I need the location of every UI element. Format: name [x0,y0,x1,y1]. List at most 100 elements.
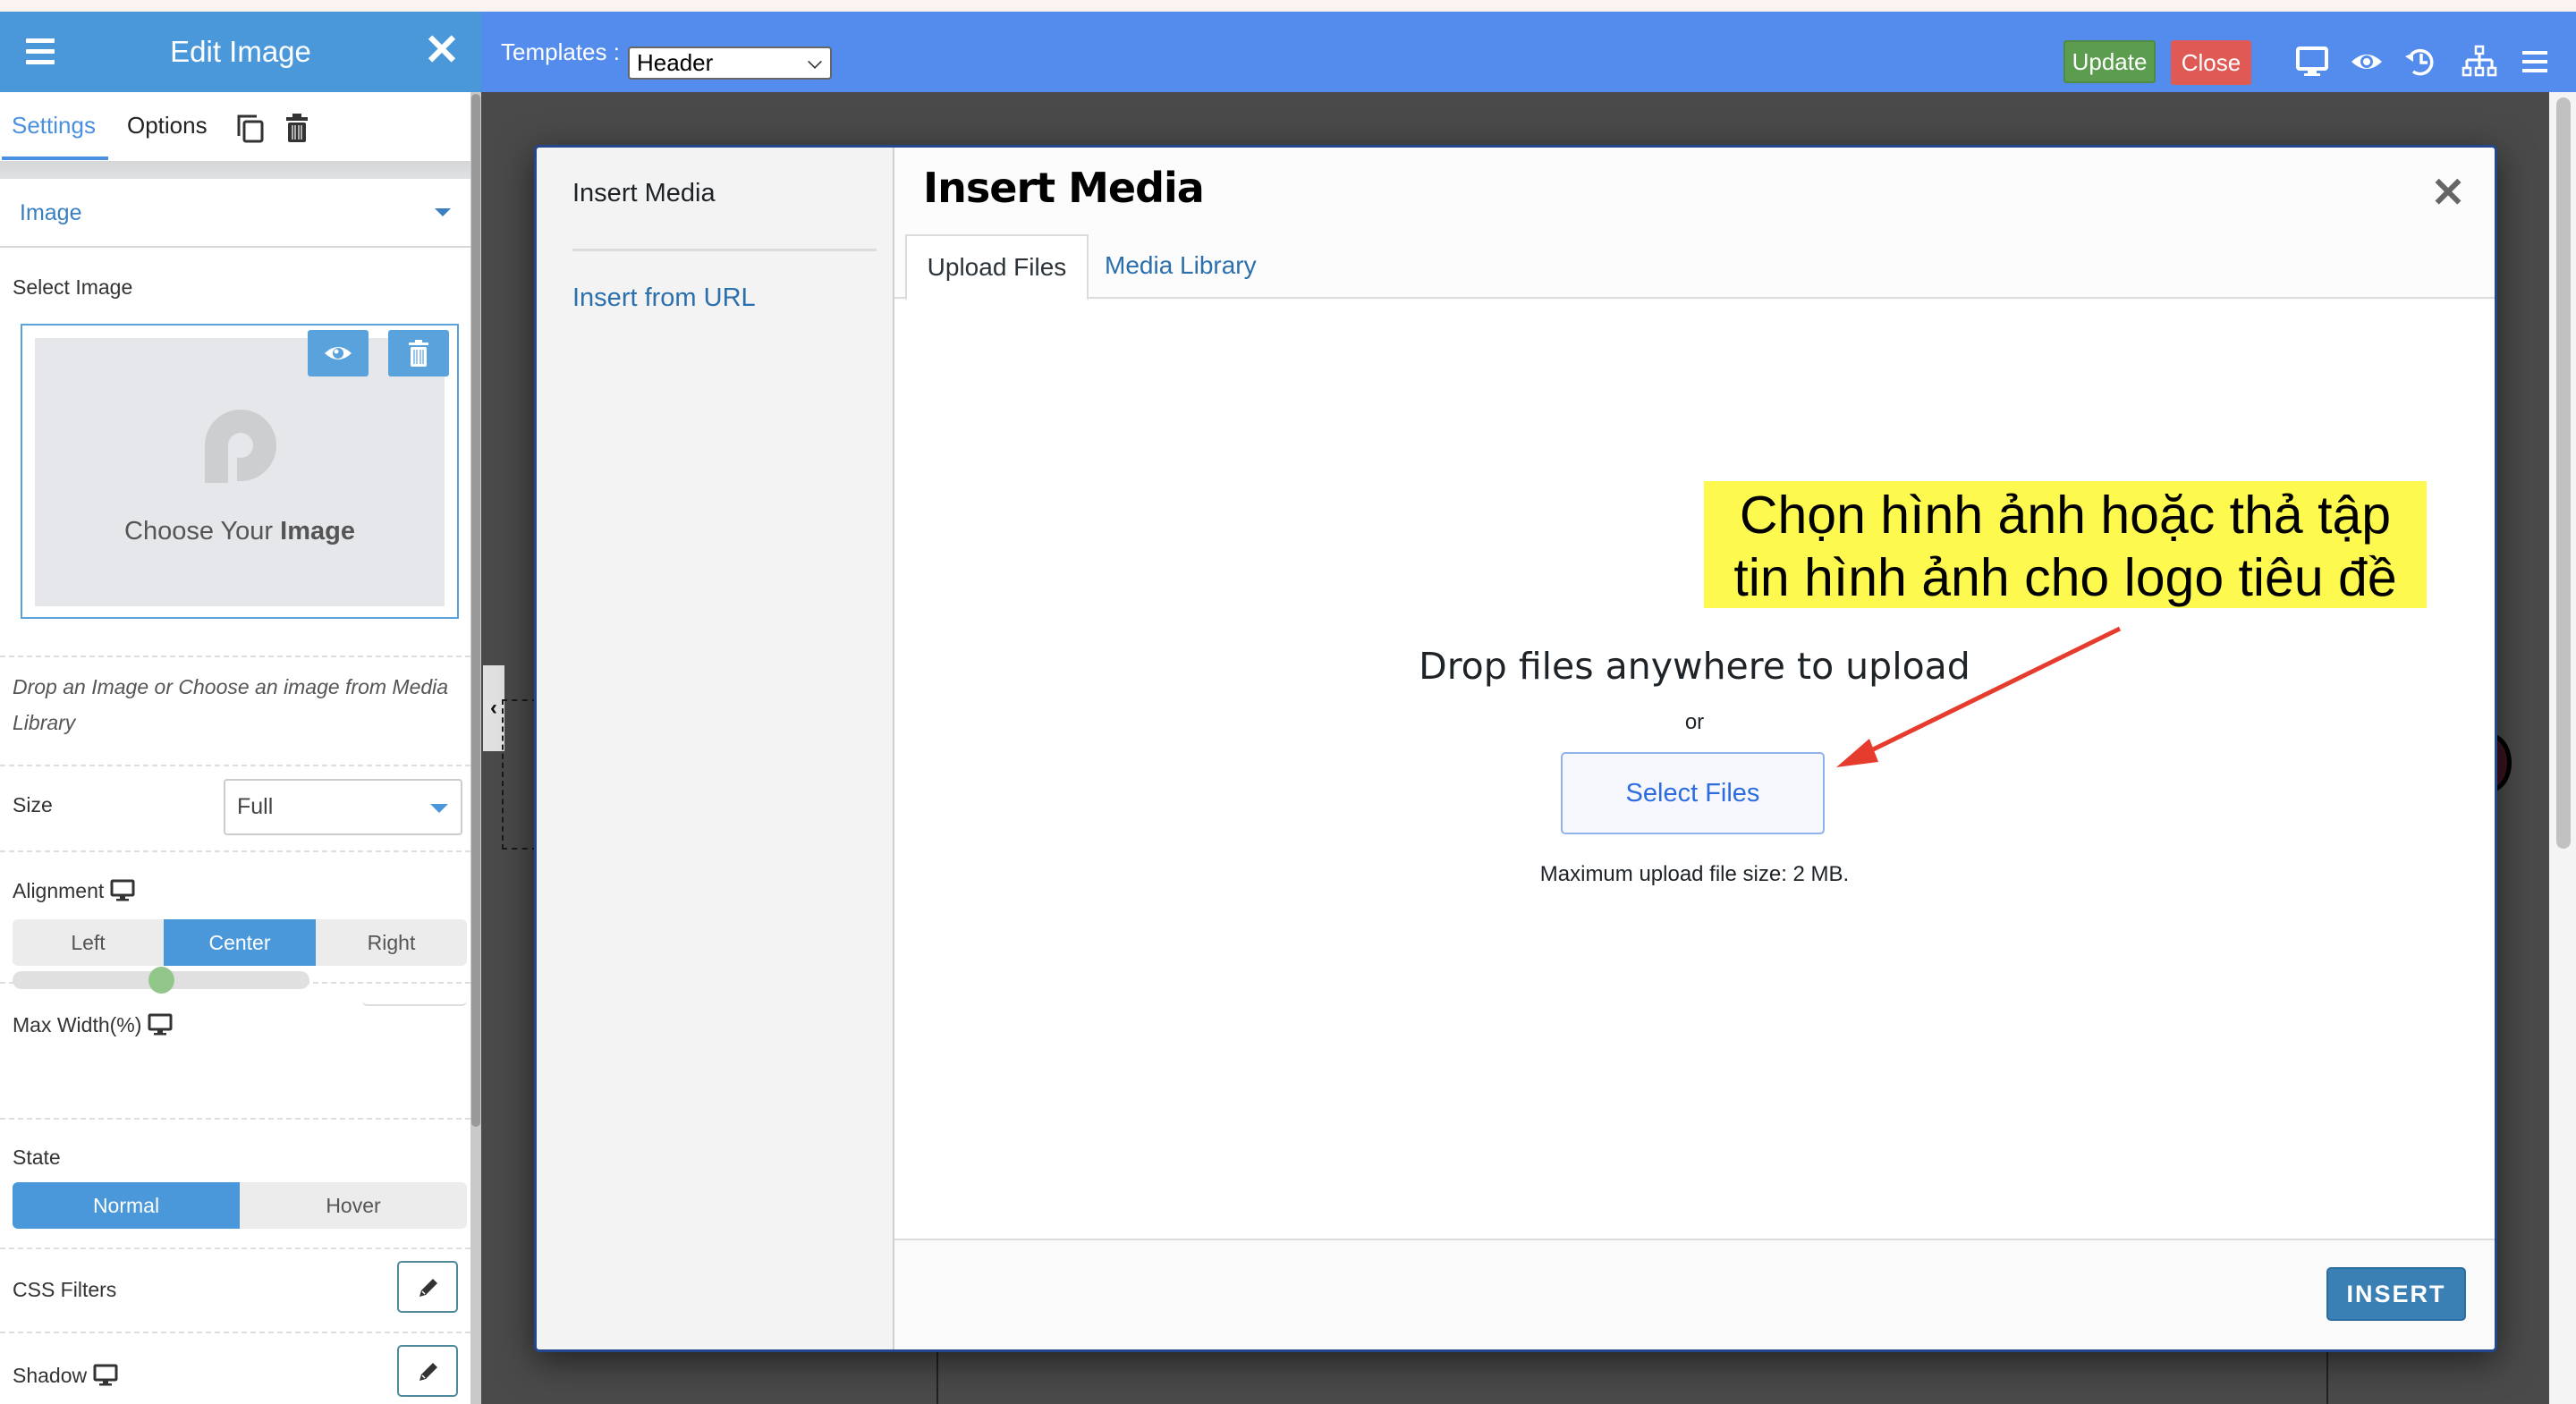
divider [0,1248,470,1249]
or-text: or [1684,710,1705,734]
panel-tabs: Settings Options [0,92,470,161]
canvas-guide-line [936,1352,938,1404]
select-files-button[interactable]: Select Files [1561,752,1825,834]
section-title: Image [20,200,82,225]
divider [0,765,470,766]
chevron-down-icon [808,55,822,69]
tab-options[interactable]: Options [127,112,208,140]
update-button[interactable]: Update [2063,40,2156,83]
divider [572,249,877,251]
panel-scrollbar[interactable] [470,92,481,1404]
trash-icon [409,340,428,367]
panel-scrollbar-thumb[interactable] [471,94,480,1127]
choose-text-bold: Image [280,517,355,546]
choose-image-text: Choose Your Image [35,517,445,546]
css-filters-edit-button[interactable] [397,1261,458,1313]
size-select-value: Full [237,794,274,819]
modal-content: Insert Media ✕ Upload Files Media Librar… [894,148,2495,1349]
divider [0,1118,470,1120]
sitemap-icon[interactable] [2462,44,2497,80]
modal-title: Insert Media [923,164,1205,212]
upload-drop-zone[interactable]: Drop files anywhere to upload or Select … [894,300,2495,1239]
editor-header: Edit Image ✕ Templates : Header Update C… [0,12,2576,92]
delete-icon[interactable] [284,112,309,144]
templates-select[interactable]: Header [628,47,832,80]
max-width-input[interactable] [362,961,467,1006]
annotation-callout: Chọn hình ảnh hoặc thả tập tin hình ảnh … [1704,481,2427,608]
edit-image-panel: Settings Options Image Select Image Choo… [0,92,481,1404]
divider [0,850,470,852]
canvas-scrollbar-thumb[interactable] [2556,97,2571,849]
modal-close-icon[interactable]: ✕ [2430,172,2466,213]
modal-sidebar: Insert Media Insert from URL [537,148,894,1349]
eye-icon [325,347,352,359]
pencil-icon [419,1279,437,1297]
close-panel-icon[interactable]: ✕ [422,30,462,72]
divider [0,1332,470,1333]
caret-down-icon [430,804,448,813]
state-label: State [13,1146,61,1169]
align-right-option[interactable]: Right [316,919,467,966]
browser-top-strip [0,0,2576,12]
canvas-element-outline [502,699,538,850]
size-label: Size [13,793,53,816]
tab-settings[interactable]: Settings [12,112,96,140]
size-select[interactable]: Full [224,779,462,835]
sidebar-item-insert-from-url[interactable]: Insert from URL [572,283,756,313]
remove-image-button[interactable] [388,330,449,376]
insert-media-modal: Insert Media Insert from URL Insert Medi… [534,145,2497,1352]
css-filters-label: CSS Filters [13,1278,117,1301]
drop-files-text: Drop files anywhere to upload [1419,645,1970,688]
history-icon[interactable] [2402,44,2438,80]
shadow-edit-button[interactable] [397,1345,458,1397]
desktop-icon[interactable] [2294,44,2330,80]
panel-title: Edit Image [170,35,311,68]
alignment-label-text: Alignment [13,879,105,902]
preview-eye-icon[interactable] [2349,44,2385,80]
select-image-label: Select Image [13,275,133,299]
annotation-line-1: Chọn hình ảnh hoặc thả tập [1739,486,2392,545]
active-tab-indicator [2,156,108,160]
annotation-line-2: tin hình ảnh cho logo tiêu đề [1733,548,2397,607]
align-left-option[interactable]: Left [13,919,164,966]
desktop-icon[interactable] [148,1013,173,1036]
shadow-label: Shadow [13,1364,118,1388]
tab-upload-files[interactable]: Upload Files [905,234,1089,300]
preview-image-button[interactable] [308,330,369,376]
insert-button[interactable]: INSERT [2326,1267,2466,1321]
align-center-option[interactable]: Center [164,919,316,966]
image-hint-text: Drop an Image or Choose an image from Me… [13,675,449,734]
desktop-icon[interactable] [110,879,135,902]
duplicate-icon[interactable] [235,113,266,145]
placeholder-logo-icon [205,410,276,483]
state-hover-option[interactable]: Hover [240,1182,467,1229]
alignment-label: Alignment [13,879,135,903]
state-normal-option[interactable]: Normal [13,1182,240,1229]
templates-label: Templates : [501,38,620,65]
canvas-guide-line [2326,1352,2328,1404]
max-upload-size-text: Maximum upload file size: 2 MB. [1539,862,1850,886]
divider [0,655,470,657]
caret-down-icon [435,208,451,216]
pencil-icon [419,1363,437,1381]
max-width-label: Max Width(%) [13,1013,173,1037]
panel-divider-band [0,161,470,179]
image-picker[interactable]: Choose Your Image [21,324,459,619]
menu-icon[interactable] [2518,44,2554,80]
image-placeholder[interactable]: Choose Your Image [35,338,445,606]
templates-select-value: Header [637,49,714,76]
modal-tabs: Upload Files Media Library [894,234,2495,300]
max-width-slider-thumb[interactable] [148,967,174,994]
modal-footer: INSERT [894,1239,2495,1349]
canvas-scrollbar[interactable] [2549,92,2576,1404]
close-button[interactable]: Close [2171,40,2251,85]
desktop-icon[interactable] [93,1364,118,1387]
alignment-control: Left Center Right [13,919,467,966]
sidebar-item-insert-media[interactable]: Insert Media [572,179,716,208]
shadow-label-text: Shadow [13,1364,88,1387]
choose-text-prefix: Choose Your [124,517,274,546]
state-control: Normal Hover [13,1182,467,1229]
max-width-label-text: Max Width(%) [13,1013,142,1036]
section-image-toggle[interactable]: Image [0,179,470,248]
tab-media-library[interactable]: Media Library [1105,234,1257,299]
